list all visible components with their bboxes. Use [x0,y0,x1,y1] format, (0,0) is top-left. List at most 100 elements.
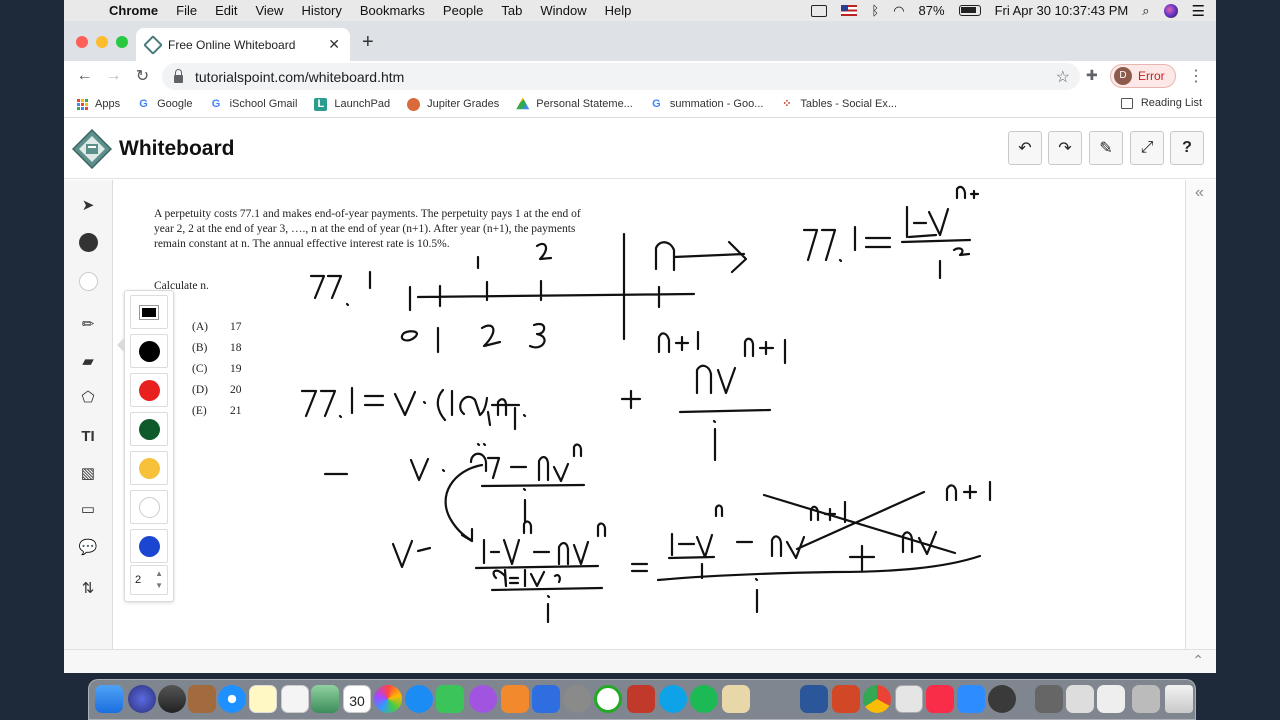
chrome-menu-icon[interactable]: ⋮ [1188,66,1204,86]
tab-whiteboard[interactable]: Free Online Whiteboard ✕ [136,28,350,61]
bookmark-jupiter-grades[interactable]: Jupiter Grades [407,97,499,111]
stepper-arrows-icon[interactable]: ▲ ▼ [155,568,163,592]
extensions-puzzle-icon[interactable]: ✚ [1086,67,1098,84]
bookmark-google[interactable]: G Google [137,98,192,111]
reading-list-button[interactable]: Reading List [1120,97,1202,109]
pencil-tool[interactable]: ✏ [77,313,99,335]
finder-icon[interactable] [95,685,123,713]
maps-icon[interactable] [311,685,339,713]
swatch-black-selected[interactable] [130,295,168,329]
stroke-color-tool[interactable] [77,231,99,253]
expand-up-icon[interactable]: ⌃ [1192,652,1204,669]
help-button[interactable]: ? [1170,131,1204,165]
swatch-green[interactable] [130,412,168,446]
minimize-window-button[interactable] [96,36,108,48]
skype-icon[interactable] [659,685,687,713]
bookmark-star-icon[interactable]: ☆ [1056,67,1070,87]
bookmark-apps[interactable]: Apps [77,98,120,110]
swatch-black[interactable] [130,334,168,368]
books-icon[interactable] [501,685,529,713]
bookmark-ischool-gmail[interactable]: G iSchool Gmail [210,98,298,111]
select-tool[interactable]: ➤ [77,194,99,216]
image-tool[interactable]: ▧ [77,462,99,484]
airplay-icon[interactable] [811,4,828,17]
clock[interactable]: Fri Apr 30 10:37:43 PM [995,3,1129,18]
comment-tool[interactable]: 💬 [77,536,99,558]
swatch-blue[interactable] [130,529,168,563]
spotlight-search-icon[interactable]: ⌕ [1142,3,1149,19]
bookmark-launchpad[interactable]: L LaunchPad [314,97,390,111]
safari-icon[interactable] [218,685,246,713]
menu-app-chrome[interactable]: Chrome [100,3,167,18]
quicktime-icon[interactable] [988,685,1016,713]
close-window-button[interactable] [76,36,88,48]
clear-button[interactable]: ✎ [1089,131,1123,165]
dictionary-icon[interactable] [627,685,655,713]
shapes-tool[interactable]: ⬠ [77,386,99,408]
chrome-dock-icon[interactable] [863,685,891,713]
powerpoint-icon[interactable] [832,685,860,713]
menu-people[interactable]: People [434,3,492,18]
messages-icon[interactable] [405,685,433,713]
documents-stack-icon[interactable] [1066,685,1094,713]
menu-view[interactable]: View [246,3,292,18]
eraser-tool[interactable]: ▰ [77,350,99,372]
undo-button[interactable]: ↶ [1008,131,1042,165]
stickies-icon[interactable] [249,685,277,713]
siri-dock-icon[interactable] [128,685,156,713]
menu-window[interactable]: Window [531,3,595,18]
music-icon[interactable] [926,685,954,713]
arrange-tool[interactable]: ⇅ [77,577,99,599]
lock-icon[interactable] [174,68,183,83]
siri-icon[interactable] [1163,3,1178,18]
wifi-icon[interactable]: ◠ [893,3,904,19]
swatch-yellow[interactable] [130,451,168,485]
trash-icon[interactable] [1165,685,1193,713]
fill-color-tool[interactable] [77,270,99,292]
input-source-flag-icon[interactable] [841,5,858,16]
reload-button[interactable]: ↻ [128,66,157,86]
profile-button[interactable]: D Error [1110,64,1176,88]
preview-icon[interactable] [895,685,923,713]
redo-button[interactable]: ↷ [1048,131,1082,165]
menu-edit[interactable]: Edit [206,3,246,18]
reminders-icon[interactable] [281,685,309,713]
menu-file[interactable]: File [167,3,206,18]
photos-icon[interactable] [374,685,402,713]
circle-app-icon[interactable] [594,685,622,713]
back-button[interactable]: ← [70,67,99,85]
stroke-width-value[interactable]: 2 [135,574,141,586]
collapse-left-icon[interactable]: « [1195,184,1204,202]
bookmark-summation[interactable]: G summation - Goo... [650,98,763,111]
facetime-icon[interactable] [436,685,464,713]
folder-stack-icon[interactable] [1132,685,1160,713]
bluetooth-icon[interactable]: ᛒ [871,3,879,18]
zoom-window-button[interactable] [116,36,128,48]
app-store-icon[interactable] [532,685,560,713]
bookmark-personal-statement[interactable]: Personal Stateme... [516,97,633,111]
launchpad-icon[interactable] [158,685,186,713]
url-text[interactable]: tutorialspoint.com/whiteboard.htm [195,69,404,85]
address-bar[interactable]: tutorialspoint.com/whiteboard.htm ☆ [162,63,1080,90]
menu-help[interactable]: Help [596,3,641,18]
control-center-icon[interactable]: ☰ [1192,2,1205,20]
new-tab-button[interactable]: + [362,31,374,54]
stamp-tool[interactable]: ▭ [77,498,99,520]
system-preferences-icon[interactable] [563,685,591,713]
podcasts-icon[interactable] [469,685,497,713]
close-tab-icon[interactable]: ✕ [328,36,340,53]
menu-tab[interactable]: Tab [492,3,531,18]
calendar-icon[interactable]: 30 [343,685,371,713]
swatch-white[interactable] [130,490,168,524]
word-icon[interactable] [800,685,828,713]
menu-bookmarks[interactable]: Bookmarks [351,3,434,18]
recent-stack-icon[interactable] [1097,685,1125,713]
notes-brown-icon[interactable] [188,685,216,713]
zoom-icon[interactable] [957,685,985,713]
menu-history[interactable]: History [292,3,350,18]
script-editor-icon[interactable] [722,685,750,713]
battery-icon[interactable] [958,5,981,16]
forward-button[interactable]: → [99,67,128,85]
bookmark-tables-social[interactable]: ⁘ Tables - Social Ex... [780,98,897,111]
spotify-icon[interactable] [690,685,718,713]
